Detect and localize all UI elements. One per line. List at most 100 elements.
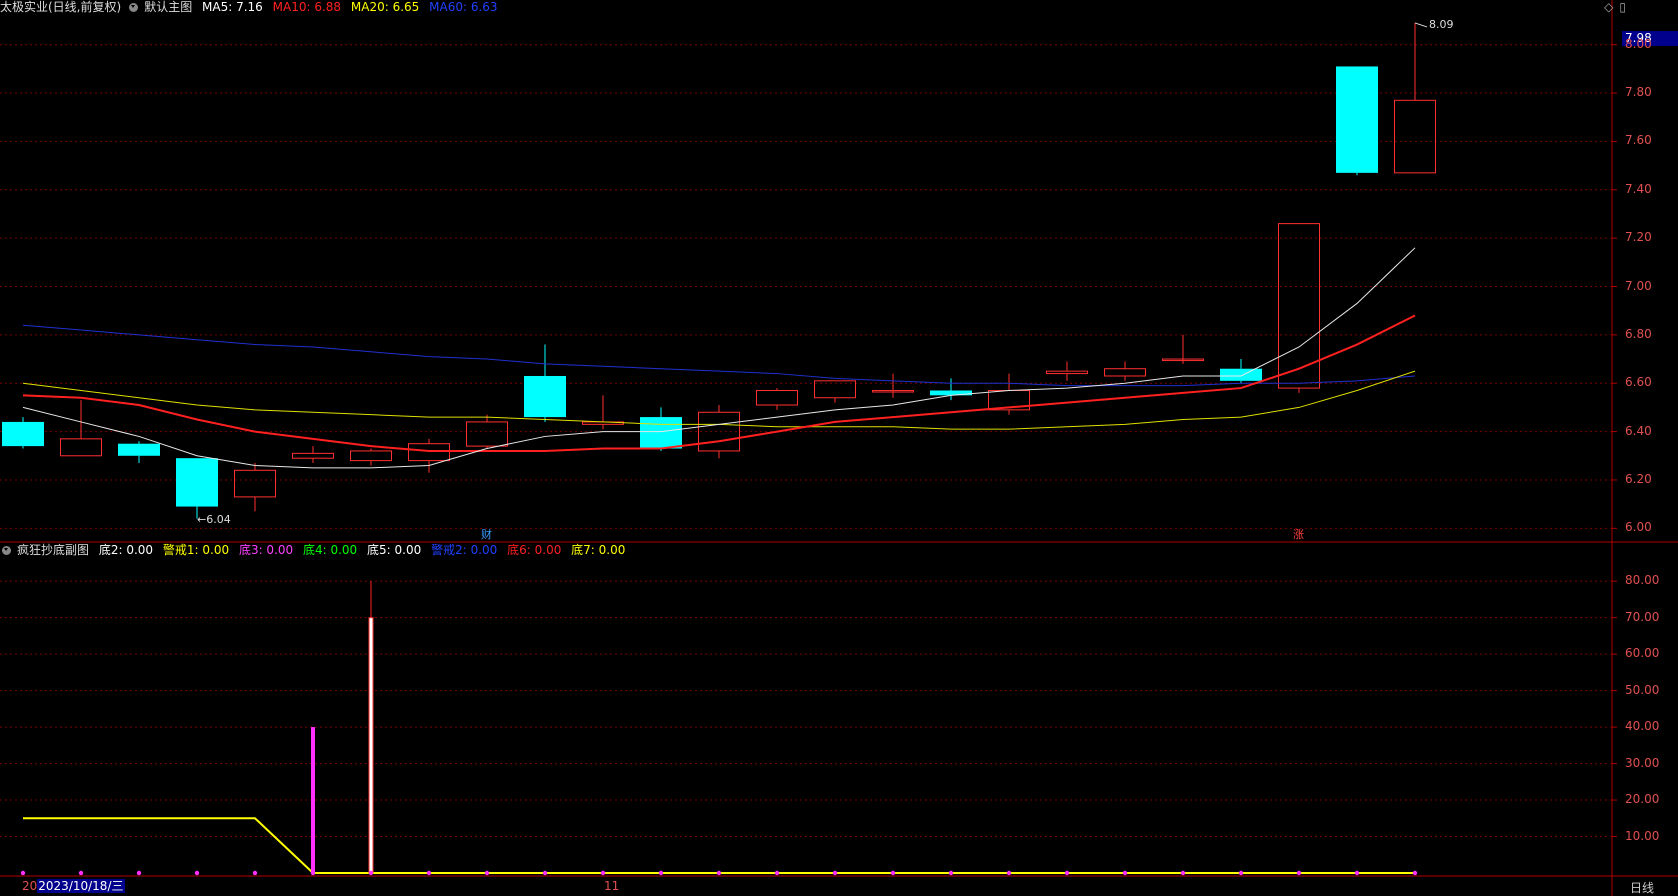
di4-dot [252,870,258,876]
di4-dot [1180,870,1186,876]
restore-icon[interactable]: ◇ [1604,0,1613,14]
main-header: 太极实业(日线,前复权) 默认主图 MA5: 7.16 MA10: 6.88 MA… [0,0,504,15]
ma5-line [22,247,1416,469]
indicator-tick-label: 20.00 [1625,792,1660,807]
price-tick-label: 7.20 [1625,230,1652,245]
di4-dot [542,870,548,876]
di4-dot [1412,870,1418,876]
indicator-tick-label: 30.00 [1625,755,1660,770]
candle-body-up [466,421,508,447]
period-label[interactable]: 日线 [1630,879,1654,896]
di4-dot [136,870,142,876]
di4-dot [948,870,954,876]
low-marker: ←6.04 [197,513,231,526]
di2-bar [368,617,374,874]
ma60-value: MA60: 6.63 [429,0,498,14]
indicator-tick-label: 80.00 [1625,573,1660,588]
ma5-value: MA5: 7.16 [202,0,263,14]
price-tick-label: 7.80 [1625,85,1652,100]
indicator-tick-label: 10.00 [1625,828,1660,843]
event-tag-cai[interactable]: 财 [479,526,494,542]
indicator-tick-label: 70.00 [1625,609,1660,624]
candle-body-up [1394,99,1436,174]
price-tick-label: 6.40 [1625,423,1652,438]
indicator-tick-label: 60.00 [1625,646,1660,661]
price-tick-label: 7.00 [1625,278,1652,293]
jingjie1-line [23,817,1415,874]
di4-dot [310,870,316,876]
candle-body-down [1220,368,1262,381]
candle-body-down [640,417,682,449]
di3-bar [311,727,315,873]
field-di6: 底6: 0.00 [507,543,562,557]
di4-dot [1238,870,1244,876]
candle-body-up [1046,370,1088,375]
price-tick-label: 8.00 [1625,36,1652,51]
candle-body-up [234,469,276,498]
field-di5: 底5: 0.00 [367,543,422,557]
candle-body-down [1336,66,1378,173]
di4-dot [600,870,606,876]
di4-dot [716,870,722,876]
ma20-line [22,370,1416,430]
high-marker-arrow [1414,22,1428,28]
high-marker: 8.09 [1427,18,1456,31]
price-tick-label: 7.60 [1625,133,1652,148]
di4-dot [426,870,432,876]
ma60-line [22,324,1416,387]
dropdown-icon[interactable] [129,3,139,12]
di4-dot [832,870,838,876]
candle-body-up [756,389,798,406]
field-jingjie1: 警戒1: 0.00 [162,543,230,557]
price-tick-label: 7.40 [1625,181,1652,196]
window-controls: ◇ ▯ [1598,0,1626,14]
field-di2: 底2: 0.00 [98,543,154,557]
ma20-value: MA20: 6.65 [350,0,420,14]
cursor-date: 2023/10/18/三 [37,879,125,893]
di4-dot [1122,870,1128,876]
field-di7: 底7: 0.00 [571,543,626,557]
low-value: 6.04 [206,513,231,526]
price-tick-label: 6.20 [1625,471,1652,486]
field-di3: 底3: 0.00 [238,543,294,557]
di4-dot [1296,870,1302,876]
candle-body-down [2,421,44,447]
field-di4: 底4: 0.00 [302,543,358,557]
field-jingjie2: 警戒2: 0.00 [431,543,498,557]
stock-title[interactable]: 太极实业(日线,前复权) [0,0,121,14]
sub-header: 疯狂抄底副图 底2: 0.00 警戒1: 0.00 底3: 0.00 底4: 0… [0,543,631,558]
indicator-name[interactable]: 疯狂抄底副图 [17,543,89,557]
di4-dot [1006,870,1012,876]
year-prefix: 20 [22,879,38,893]
candle-body-down [118,443,160,456]
candle-body-down [524,375,566,418]
di4-dot [1354,870,1360,876]
candle-body-down [176,458,218,507]
di4-dot [1064,870,1070,876]
kline-chart[interactable] [0,0,1678,896]
high-value: 8.09 [1429,18,1454,31]
di4-dot [774,870,780,876]
dropdown-icon[interactable] [2,546,11,555]
date-axis: 202023/10/18/三 [22,879,125,893]
indicator-tick-label: 50.00 [1625,682,1660,697]
di4-dot [368,870,374,876]
candle-body-up [292,452,334,459]
candle-body-up [698,411,740,452]
price-tick-label: 6.00 [1625,520,1652,535]
price-tick-label: 6.80 [1625,326,1652,341]
maximize-icon[interactable]: ▯ [1619,0,1626,14]
di4-dot [194,870,200,876]
candle-body-up [1104,368,1146,377]
di4-dot [78,870,84,876]
di4-dot [20,870,26,876]
di4-dot [658,870,664,876]
di4-dot [890,870,896,876]
view-name[interactable]: 默认主图 [144,0,192,14]
di4-dot [484,870,490,876]
ma10-value: MA10: 6.88 [272,0,342,14]
candle-body-up [60,438,102,457]
candle-body-up [408,443,450,462]
event-tag-zhang[interactable]: 涨 [1291,526,1306,542]
price-tick-label: 6.60 [1625,375,1652,390]
